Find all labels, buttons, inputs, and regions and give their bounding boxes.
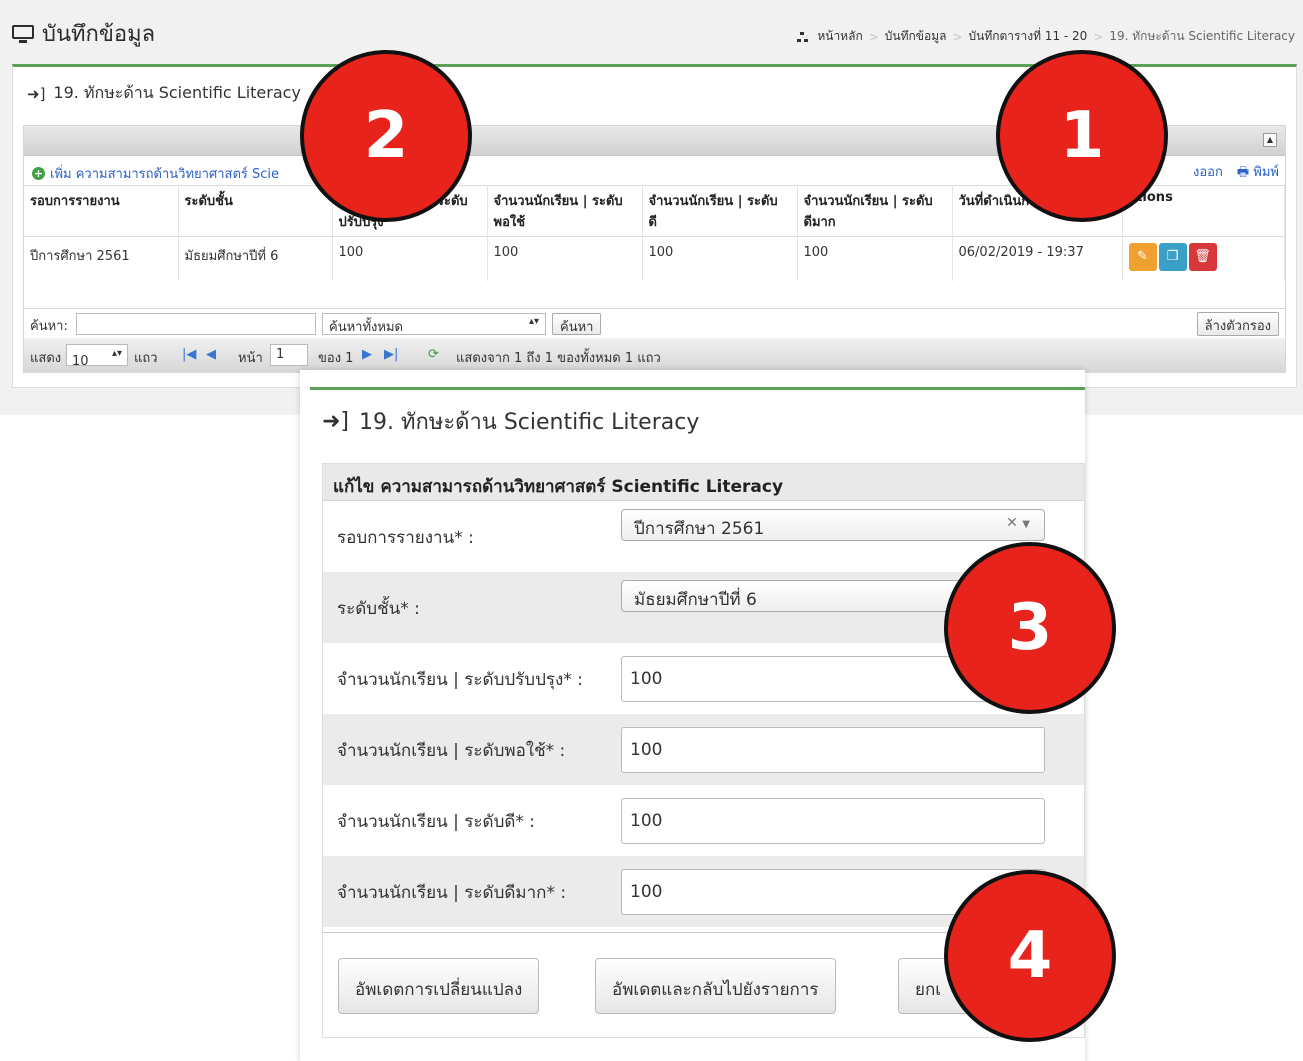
cell-round: ปีการศึกษา 2561 bbox=[24, 236, 179, 281]
column-header[interactable]: ระดับชั้น bbox=[178, 186, 333, 237]
refresh-icon[interactable]: ⟳ bbox=[428, 347, 439, 362]
cell-improve: 100 bbox=[332, 236, 488, 281]
marker-3: 3 bbox=[944, 542, 1116, 714]
good-count-input[interactable]: 100 bbox=[621, 798, 1045, 844]
copy-icon[interactable]: ❐ bbox=[1158, 243, 1187, 271]
list-box-title: ➜] 19. ทักษะด้าน Scientific Literacy bbox=[27, 83, 301, 103]
round-select[interactable]: ปีการศึกษา 2561 ✕ ▼ bbox=[621, 509, 1045, 541]
page-size-select[interactable]: 10 ▴▾ bbox=[66, 344, 128, 369]
page-number-input[interactable]: 1 bbox=[270, 344, 308, 366]
page-title: บันทึกข้อมูล bbox=[42, 22, 156, 47]
column-header[interactable]: จำนวนนักเรียน | ระดับ ดี bbox=[642, 186, 798, 237]
column-header[interactable]: จำนวนนักเรียน | ระดับ พอใช้ bbox=[487, 186, 643, 237]
form-row-fair: จำนวนนักเรียน | ระดับพอใช้* : 100 bbox=[323, 714, 1084, 785]
chevron-down-icon[interactable]: ▼ bbox=[1022, 519, 1030, 530]
collapse-icon[interactable]: ▲ bbox=[1263, 133, 1277, 147]
prev-page-icon[interactable]: ◀ bbox=[206, 347, 216, 362]
export-button[interactable]: งออก bbox=[1193, 161, 1223, 185]
search-scope-select[interactable]: ค้นหาทั้งหมด ▴▾ bbox=[322, 313, 546, 335]
breadcrumb-tables[interactable]: บันทึกตารางที่ 11 - 20 bbox=[969, 27, 1088, 46]
form-heading: แก้ไข ความสามารถด้านวิทยาศาสตร์ Scientif… bbox=[323, 464, 1084, 501]
last-page-icon[interactable]: ▶| bbox=[384, 347, 398, 362]
search-bar: ค้นหา: ค้นหาทั้งหมด ▴▾ ค้นหา ล้างตัวกรอง bbox=[24, 308, 1285, 338]
cell-actions: ✎ ❐ 🗑 bbox=[1122, 236, 1285, 281]
plus-circle-icon: + bbox=[32, 167, 45, 180]
monitor-icon bbox=[12, 24, 34, 43]
printer-icon: 🖶 bbox=[1236, 165, 1254, 180]
search-label: ค้นหา: bbox=[30, 319, 68, 334]
updown-icon: ▴▾ bbox=[528, 316, 539, 327]
edit-icon[interactable]: ✎ bbox=[1128, 243, 1157, 271]
add-record-link[interactable]: + เพิ่ม ความสามารถด้านวิทยาศาสตร์ Scie bbox=[32, 163, 279, 184]
pager: แสดง 10 ▴▾ แถว |◀ ◀ หน้า 1 ของ 1 ▶ ▶| ⟳ แ… bbox=[24, 338, 1285, 372]
breadcrumb: หน้าหลัก > บันทึกข้อมูล > บันทึกตารางที่… bbox=[797, 27, 1295, 46]
search-input[interactable] bbox=[76, 313, 316, 335]
marker-1: 1 bbox=[996, 50, 1168, 222]
first-page-icon[interactable]: |◀ bbox=[182, 347, 196, 362]
marker-4: 4 bbox=[944, 870, 1116, 1042]
cell-fair: 100 bbox=[487, 236, 643, 281]
trash-icon[interactable]: 🗑 bbox=[1188, 243, 1217, 271]
form-row-good: จำนวนนักเรียน | ระดับดี* : 100 bbox=[323, 785, 1084, 856]
print-button[interactable]: 🖶 พิมพ์ bbox=[1237, 161, 1279, 185]
form-title: ➜] 19. ทักษะด้าน Scientific Literacy bbox=[322, 409, 700, 435]
green-accent-bar bbox=[310, 387, 1085, 390]
cell-good: 100 bbox=[642, 236, 798, 281]
table-row: ปีการศึกษา 2561 มัธยมศึกษาปีที่ 6 100 10… bbox=[24, 236, 1285, 281]
column-header[interactable]: รอบการรายงาน bbox=[24, 186, 179, 237]
clear-filter-button[interactable]: ล้างตัวกรอง bbox=[1196, 312, 1279, 336]
pager-summary: แสดงจาก 1 ถึง 1 ของทั้งหมด 1 แถว bbox=[456, 351, 661, 366]
clear-icon[interactable]: ✕ bbox=[1006, 515, 1018, 531]
search-button[interactable]: ค้นหา bbox=[552, 313, 602, 335]
form-row-round: รอบการรายงาน* : ปีการศึกษา 2561 ✕ ▼ bbox=[323, 501, 1084, 572]
update-button[interactable]: อัพเดตการเปลี่ยนแปลง bbox=[338, 958, 540, 1014]
fair-count-input[interactable]: 100 bbox=[621, 727, 1045, 773]
update-and-back-button[interactable]: อัพเดตและกลับไปยังรายการ bbox=[595, 958, 836, 1014]
cell-level: มัธยมศึกษาปีที่ 6 bbox=[178, 236, 333, 281]
breadcrumb-record[interactable]: บันทึกข้อมูล bbox=[885, 27, 947, 46]
cell-date: 06/02/2019 - 19:37 bbox=[952, 236, 1123, 281]
sign-in-icon: ➜] bbox=[27, 84, 46, 103]
column-header: ctions bbox=[1122, 186, 1285, 237]
marker-2: 2 bbox=[300, 50, 472, 222]
next-page-icon[interactable]: ▶ bbox=[362, 347, 372, 362]
sitemap-icon bbox=[797, 31, 809, 42]
sign-in-icon: ➜] bbox=[322, 409, 350, 434]
breadcrumb-home[interactable]: หน้าหลัก bbox=[817, 27, 862, 46]
breadcrumb-current: 19. ทักษะด้าน Scientific Literacy bbox=[1109, 29, 1295, 43]
cell-very-good: 100 bbox=[797, 236, 953, 281]
column-header[interactable]: จำนวนนักเรียน | ระดับ ดีมาก bbox=[797, 186, 953, 237]
page-header: บันทึกข้อมูล bbox=[12, 16, 155, 51]
